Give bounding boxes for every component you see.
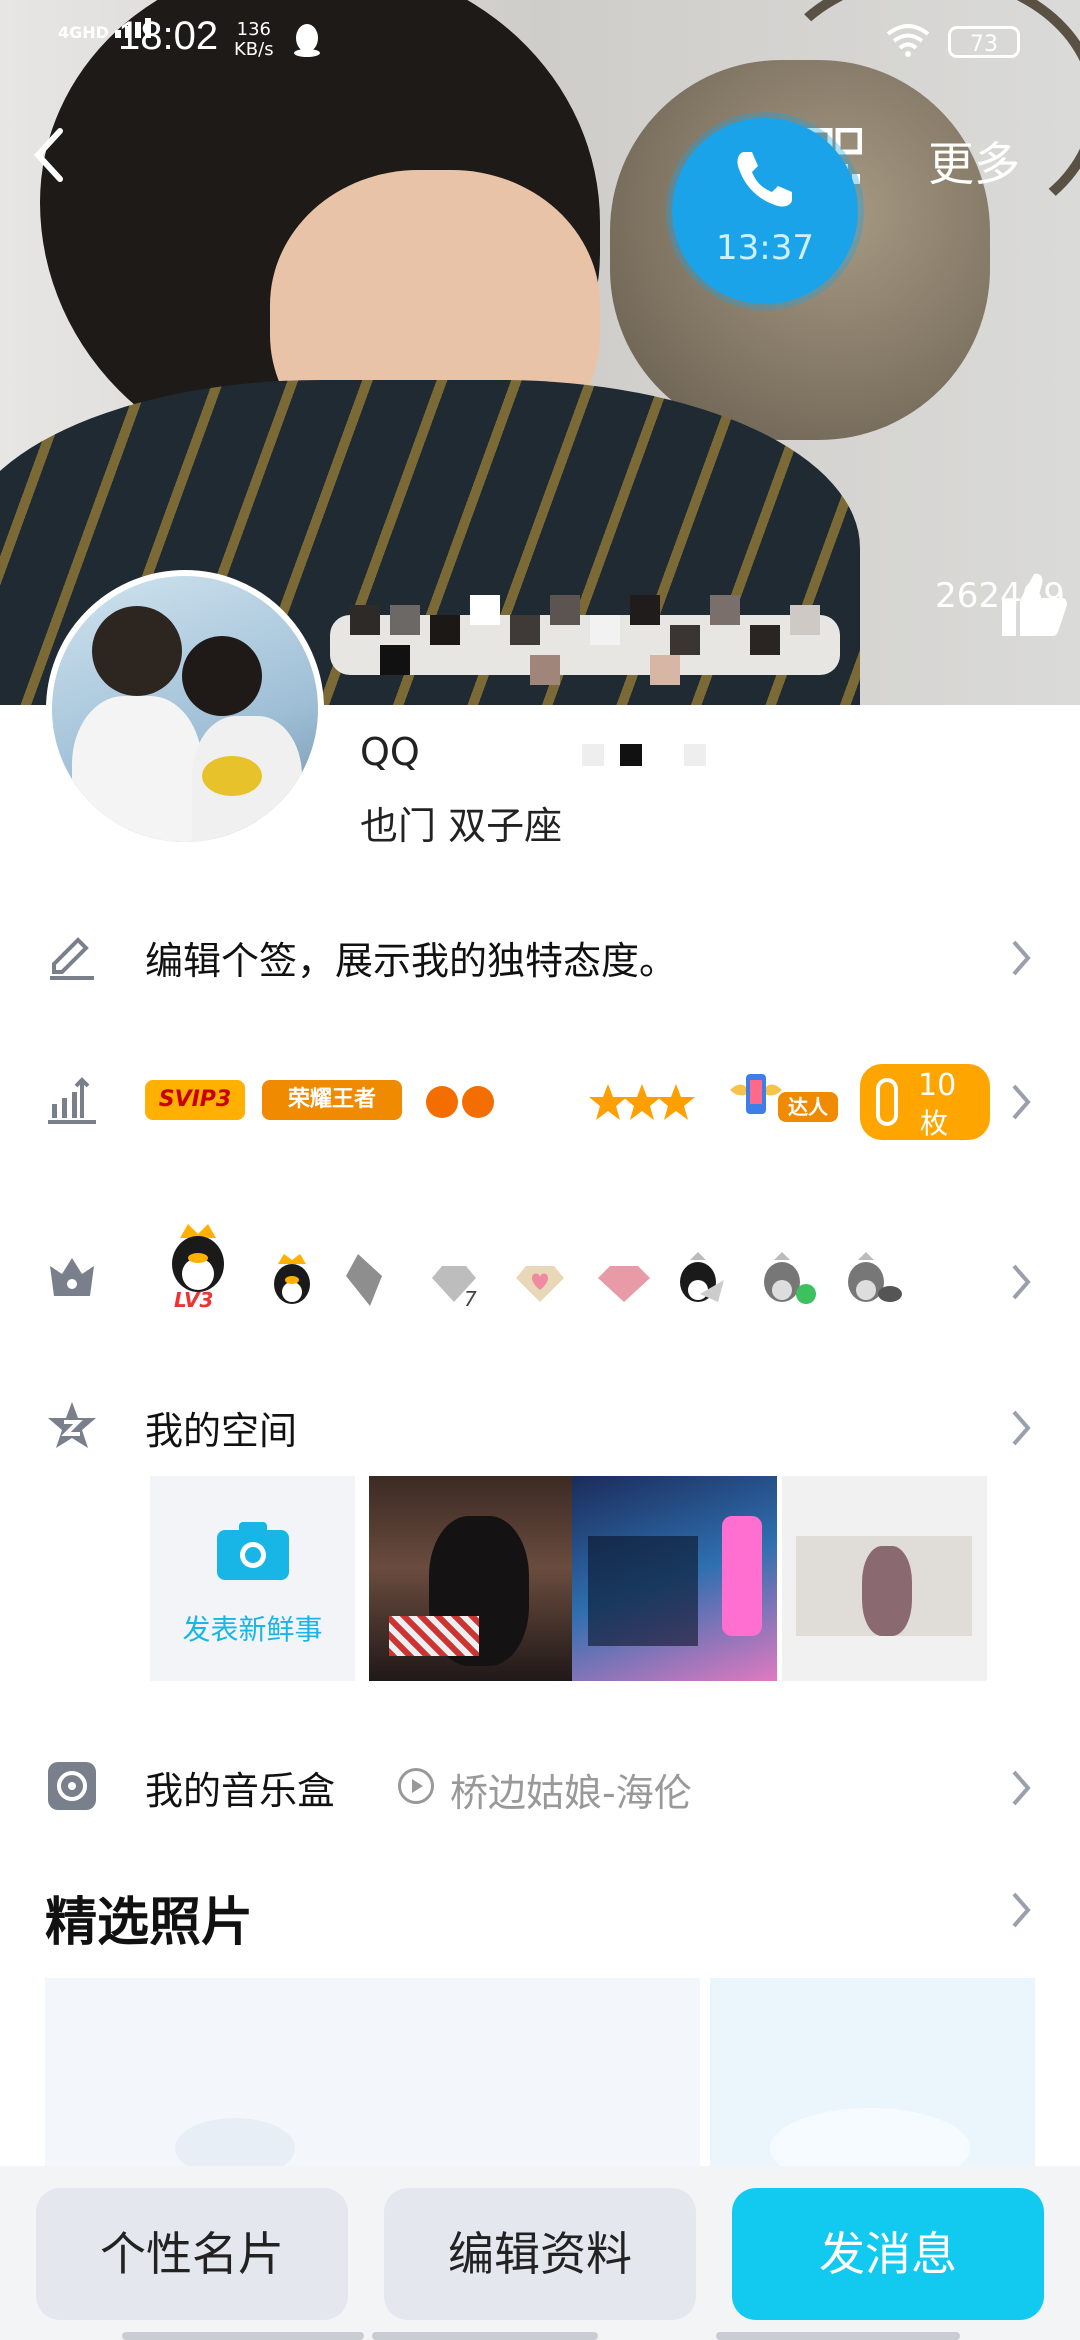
profile-location-zodiac: 也门 双子座 xyxy=(360,804,563,848)
edit-profile-button[interactable]: 编辑资料 xyxy=(384,2188,696,2320)
avatar-detail xyxy=(202,756,262,796)
avatar[interactable] xyxy=(46,570,324,848)
coupon-icon xyxy=(876,1078,898,1126)
more-button[interactable]: 更多 xyxy=(928,128,1020,194)
crowned-penguin-icon xyxy=(172,1224,224,1292)
music-box-title: 我的音乐盒 xyxy=(145,1769,336,1813)
featured-photos-title: 精选照片 xyxy=(45,1893,254,1953)
play-icon[interactable] xyxy=(398,1768,434,1804)
space-thumbnails: 发表新鲜事 xyxy=(150,1476,990,1681)
mosaic-block xyxy=(620,743,643,766)
daren-badge[interactable]: 达人 xyxy=(728,1070,838,1124)
level-sun-moon-star-icons xyxy=(426,1084,695,1121)
level-icons-strip: 7 xyxy=(274,1252,902,1310)
music-song: 桥边姑娘-海伦 xyxy=(450,1771,692,1815)
speed-value: 136 xyxy=(236,19,271,40)
battery-indicator: 73 xyxy=(948,26,1020,58)
mosaic-block xyxy=(581,743,604,766)
nickname-mosaic xyxy=(330,585,840,695)
diamond-count-7: 7 xyxy=(464,1287,477,1310)
honor-king-badge[interactable]: 荣耀王者 xyxy=(262,1080,402,1120)
svip-badge[interactable]: SVIP3 xyxy=(145,1080,245,1120)
network-speed: 136 KB/s xyxy=(234,20,274,60)
penguin-crown-lv3: LV3 xyxy=(160,1218,236,1318)
send-message-button[interactable]: 发消息 xyxy=(732,2188,1044,2320)
nav-indicator xyxy=(716,2332,960,2340)
back-icon[interactable] xyxy=(30,125,70,185)
post-new-label: 发表新鲜事 xyxy=(182,1613,323,1646)
chevron-right-icon xyxy=(1012,1770,1031,1806)
music-disc-icon xyxy=(48,1762,96,1810)
status-time: 18:02 xyxy=(118,14,219,58)
daren-label: 达人 xyxy=(778,1092,838,1122)
my-space-title: 我的空间 xyxy=(145,1409,298,1453)
qzone-star-icon xyxy=(48,1402,96,1448)
camera-icon xyxy=(217,1522,289,1580)
call-floating-button[interactable]: 13:37 xyxy=(672,118,858,304)
coupon-unit: 枚 xyxy=(920,1107,949,1140)
phone-icon xyxy=(737,152,792,207)
pencil-icon xyxy=(50,937,94,980)
chevron-right-icon xyxy=(1012,1084,1031,1120)
rank-up-icon xyxy=(48,1077,96,1124)
space-photo-3[interactable] xyxy=(782,1476,987,1681)
signature-row[interactable]: 编辑个签，展示我的独特态度。 xyxy=(0,930,1080,1010)
nav-indicator xyxy=(372,2332,598,2340)
qq-level-row[interactable]: LV3 7 xyxy=(0,1216,1080,1336)
coupon-badge[interactable]: 10 枚 xyxy=(860,1064,990,1140)
status-bar: 4GHD 18:02 136 KB/s 73 xyxy=(0,0,1080,84)
level-label: LV3 xyxy=(174,1288,214,1312)
chevron-right-icon xyxy=(1012,940,1031,976)
profile-line-1: QQ xyxy=(360,730,707,774)
speed-unit: KB/s xyxy=(234,39,274,60)
thumbs-up-icon xyxy=(1002,573,1067,636)
signature-text: 编辑个签，展示我的独特态度。 xyxy=(145,939,678,983)
mosaic-block xyxy=(684,743,707,766)
chevron-right-icon[interactable] xyxy=(1010,1890,1032,1930)
avatar-figure-1 xyxy=(72,696,202,842)
post-new-button[interactable]: 发表新鲜事 xyxy=(150,1476,355,1681)
my-space-row[interactable]: 我的空间 xyxy=(0,1400,1080,1460)
like-button[interactable]: 262469 xyxy=(930,570,1070,636)
vip-badges-row[interactable]: SVIP3 荣耀王者 达人 10 枚 xyxy=(0,1064,1080,1144)
network-type: 4GHD xyxy=(58,23,109,42)
chevron-right-icon xyxy=(1012,1410,1031,1446)
wifi-icon xyxy=(886,24,930,57)
crown-icon xyxy=(50,1258,94,1296)
coupon-number: 10 xyxy=(918,1068,957,1103)
nav-indicator xyxy=(122,2332,364,2340)
avatar-head-2 xyxy=(182,636,262,716)
chevron-right-icon xyxy=(1012,1264,1031,1300)
profile-qq-label: QQ xyxy=(360,730,420,774)
phone-wings-icon xyxy=(730,1074,782,1114)
personal-card-button[interactable]: 个性名片 xyxy=(36,2188,348,2320)
qq-penguin-icon xyxy=(294,24,320,57)
avatar-head-1 xyxy=(92,606,182,696)
call-timer: 13:37 xyxy=(716,228,814,268)
space-photo-1[interactable] xyxy=(369,1476,574,1681)
space-photo-2[interactable] xyxy=(572,1476,777,1681)
